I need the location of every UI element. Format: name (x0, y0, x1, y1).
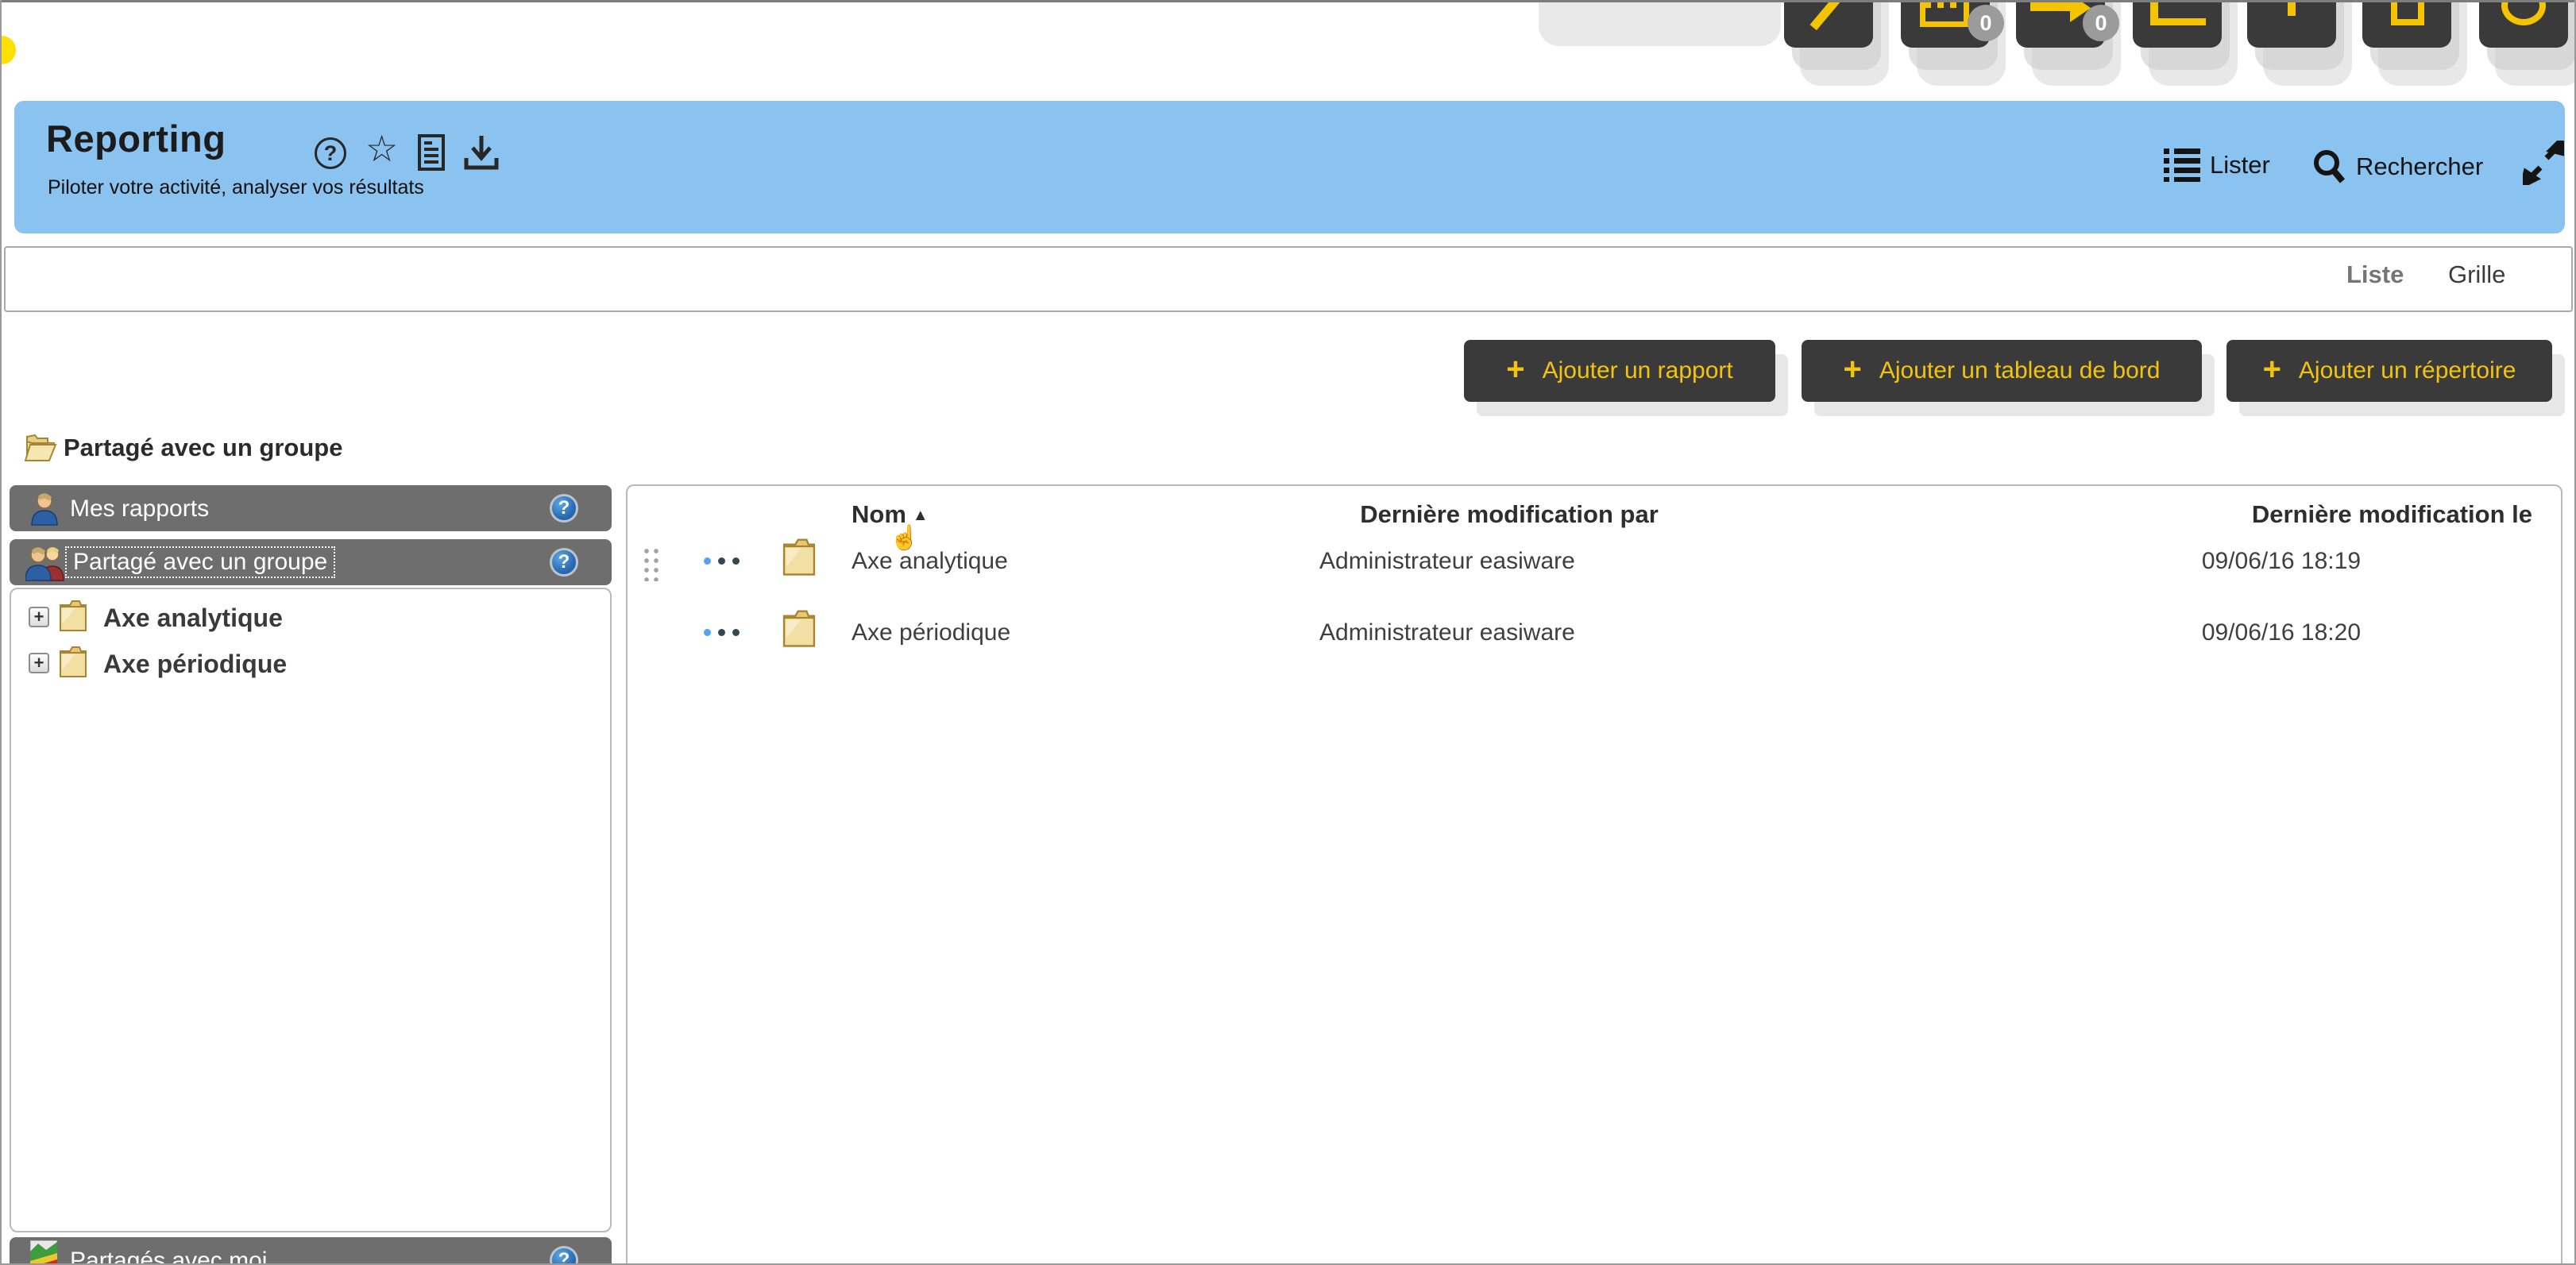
row-name: Axe périodique (852, 619, 1010, 646)
add-report-label: Ajouter un rapport (1543, 357, 1733, 384)
help-badge-icon[interactable]: ? (550, 548, 578, 577)
add-directory-button[interactable]: + Ajouter un répertoire (2226, 340, 2552, 402)
row-modified-on: 09/06/16 18:19 (2202, 548, 2361, 575)
row-actions-ellipsis-icon[interactable] (704, 557, 740, 565)
plus-icon: + (1844, 357, 1862, 381)
sidebar-item-label: Mes rapports (70, 496, 209, 523)
plus-icon (2288, 0, 2296, 16)
topbar-forward-button[interactable]: 0 (2016, 0, 2105, 48)
column-header-modification-le[interactable]: Dernière modification le (2252, 500, 2532, 529)
add-report-button[interactable]: + Ajouter un rapport (1464, 340, 1775, 402)
topbar-monitor-button[interactable] (2133, 0, 2222, 48)
sidebar-section-mes-rapports[interactable]: Mes rapports ? (10, 485, 612, 531)
search-icon (2311, 148, 2346, 185)
open-folder-icon (24, 432, 59, 464)
drag-handle-icon[interactable] (642, 546, 659, 581)
topbar-add-button[interactable] (2247, 0, 2336, 48)
expand-icon[interactable] (2523, 141, 2564, 185)
view-toolbar (4, 246, 2573, 312)
row-modified-by: Administrateur easiware (1319, 548, 1575, 575)
add-directory-label: Ajouter un répertoire (2299, 357, 2516, 384)
page-title: Reporting (46, 117, 226, 160)
reporting-page: 0 0 Reporting ? ☆ (0, 0, 2576, 1265)
tree-item-label: Axe périodique (103, 650, 287, 679)
expand-plus-icon[interactable]: + (29, 607, 49, 627)
monitor-icon (2150, 0, 2206, 25)
topbar-calculator-button[interactable]: 0 (1901, 0, 1990, 48)
download-icon[interactable] (464, 134, 499, 171)
column-header-modification-par[interactable]: Dernière modification par (1184, 500, 1835, 529)
plus-icon: + (1506, 357, 1524, 381)
box-icon (2391, 0, 2424, 25)
tree-item-axe-periodique[interactable]: + Axe périodique (11, 640, 610, 686)
sidebar-item-label: Partagé avec un groupe (65, 546, 335, 578)
folder-icon (56, 645, 91, 678)
forward-badge: 0 (2083, 5, 2119, 41)
folder-icon (56, 599, 91, 632)
shared-chart-icon (30, 1240, 57, 1265)
user-icon (29, 492, 60, 526)
help-badge-icon[interactable]: ? (550, 1246, 578, 1265)
users-group-icon (25, 544, 67, 582)
window-top-border (2, 0, 2576, 2)
lister-label: Lister (2210, 151, 2270, 179)
topbar-box-button[interactable] (2362, 0, 2451, 48)
view-grille-tab[interactable]: Grille (2448, 260, 2505, 289)
row-actions-ellipsis-icon[interactable] (704, 629, 740, 636)
topbar-clock-button[interactable] (2479, 0, 2568, 48)
topbar-search-pill[interactable] (1539, 0, 1781, 46)
sidebar-section-partage-groupe[interactable]: Partagé avec un groupe ? (10, 539, 612, 585)
reports-table: Nom▲ Dernière modification par Dernière … (626, 484, 2562, 1265)
folder-icon (778, 537, 820, 577)
row-modified-on: 09/06/16 18:20 (2202, 619, 2361, 646)
lister-button[interactable]: Lister (2164, 148, 2270, 182)
plus-icon: + (2263, 357, 2281, 381)
tree-item-label: Axe analytique (103, 604, 283, 633)
rechercher-button[interactable]: Rechercher (2311, 148, 2483, 185)
document-icon[interactable] (418, 134, 445, 171)
help-badge-icon[interactable]: ? (550, 494, 578, 523)
expand-plus-icon[interactable]: + (29, 653, 49, 673)
sidebar-item-label: Partagés avec moi (70, 1248, 267, 1265)
list-icon (2164, 148, 2200, 182)
page-header: Reporting ? ☆ Piloter votre activité, an… (14, 101, 2565, 233)
help-icon[interactable]: ? (315, 137, 346, 169)
favorite-star-icon[interactable]: ☆ (365, 133, 398, 164)
topbar-edit-button[interactable] (1784, 0, 1873, 48)
view-liste-tab[interactable]: Liste (2346, 260, 2404, 289)
calculator-badge: 0 (1968, 5, 2004, 41)
sidebar-section-partages-avec-moi[interactable]: Partagés avec moi ? (10, 1237, 612, 1265)
row-modified-by: Administrateur easiware (1319, 619, 1575, 646)
row-name: Axe analytique (852, 548, 1008, 575)
rechercher-label: Rechercher (2356, 152, 2483, 181)
page-subtitle: Piloter votre activité, analyser vos rés… (48, 176, 424, 199)
sort-asc-icon: ▲ (913, 507, 929, 524)
brand-sun-icon (0, 36, 16, 64)
add-dashboard-button[interactable]: + Ajouter un tableau de bord (1802, 340, 2202, 402)
add-dashboard-label: Ajouter un tableau de bord (1879, 357, 2161, 384)
folder-icon (778, 608, 820, 648)
tree-item-axe-analytique[interactable]: + Axe analytique (11, 594, 610, 640)
sidebar-tree-panel: + Axe analytique + Axe périodique (10, 588, 612, 1232)
breadcrumb: Partagé avec un groupe (64, 434, 342, 462)
